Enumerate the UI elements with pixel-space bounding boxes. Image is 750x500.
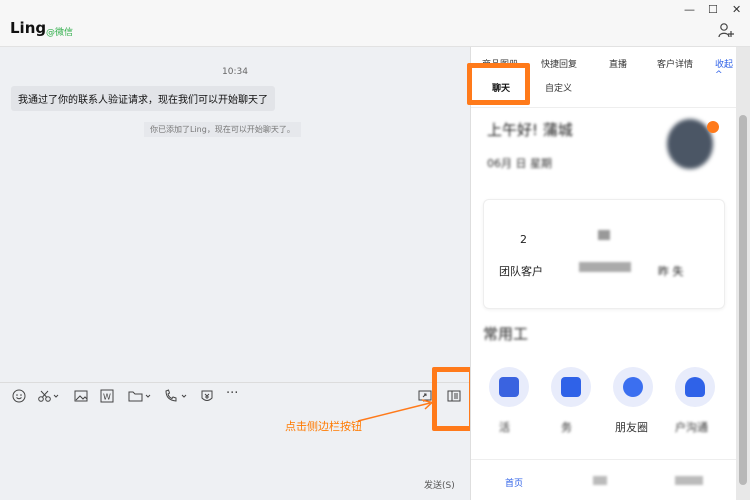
annotation-arrow-icon — [357, 399, 434, 422]
tool-task-icon[interactable] — [551, 367, 591, 407]
tool-label: 朋友圈 — [615, 421, 648, 434]
sidebar-scrollbar[interactable] — [736, 47, 750, 500]
document-icon[interactable]: W — [100, 389, 114, 403]
svg-text:W: W — [103, 393, 111, 402]
tab-quick-reply[interactable]: 快捷回复 — [541, 57, 577, 70]
stat-value: 2 — [520, 233, 527, 246]
chat-messages-area: 10:34 我通过了你的联系人验证请求，现在我们可以开始聊天了 你已添加了Lin… — [0, 47, 470, 382]
customer-sidebar: 商品图册 快捷回复 直播 客户详情 收起 ^ 聊天 自定义 上午好! 蒲城 06… — [470, 47, 737, 500]
tool-label: 活 — [499, 421, 510, 434]
maximize-button[interactable]: ☐ — [708, 3, 718, 16]
nav-home[interactable]: 首页 — [505, 476, 523, 489]
sidebar-bottom-nav: 首页 — [471, 459, 737, 500]
close-button[interactable]: ✕ — [732, 3, 741, 16]
image-icon[interactable] — [74, 389, 88, 403]
red-packet-icon[interactable] — [200, 389, 214, 403]
tab-custom[interactable]: 自定义 — [545, 81, 572, 94]
tab-customer-details[interactable]: 客户详情 — [657, 57, 693, 70]
annotation-hint: 点击侧边栏按钮 — [285, 420, 362, 433]
tool-moments-icon[interactable] — [613, 367, 653, 407]
title-bar: Ling @微信 — ☐ ✕ — [0, 0, 750, 47]
tool-label: 务 — [561, 421, 572, 434]
nav-item-blurred[interactable] — [675, 476, 703, 485]
emoji-icon[interactable] — [12, 389, 26, 403]
stat-label[interactable]: 团队客户 — [499, 263, 543, 279]
chat-title: Ling — [10, 19, 47, 37]
message-bubble[interactable]: 我通过了你的联系人验证请求，现在我们可以开始聊天了 — [11, 86, 275, 111]
collapse-button[interactable]: 收起 ^ — [715, 57, 737, 80]
message-timestamp: 10:34 — [222, 67, 248, 77]
tool-service-icon[interactable] — [675, 367, 715, 407]
scissors-icon[interactable] — [38, 389, 60, 403]
sidebar-button-highlight — [432, 367, 474, 431]
scrollbar-thumb[interactable] — [739, 115, 747, 485]
send-button[interactable]: 发送(S) — [424, 478, 455, 491]
stat-value-blurred — [598, 230, 610, 240]
tool-activity-icon[interactable] — [489, 367, 529, 407]
phone-icon[interactable] — [164, 389, 188, 403]
date-text: 06月 日 星期 — [487, 157, 552, 170]
more-icon[interactable]: ··· — [226, 386, 238, 401]
tool-label: 户沟通 — [675, 421, 708, 434]
tab-divider — [471, 107, 737, 108]
greeting-text: 上午好! 蒲城 — [487, 121, 573, 139]
stat-label-blurred[interactable] — [579, 262, 631, 272]
nav-item-blurred[interactable] — [593, 476, 607, 485]
folder-icon[interactable] — [128, 389, 152, 403]
tab-live[interactable]: 直播 — [609, 57, 627, 70]
stat-label[interactable]: 昨 失 — [658, 263, 684, 279]
minimize-button[interactable]: — — [684, 3, 695, 16]
tools-title: 常用工 — [483, 325, 529, 343]
chat-source-label: @微信 — [46, 28, 74, 38]
avatar-badge — [707, 121, 719, 133]
stats-card: 2 团队客户 昨 失 — [483, 199, 725, 309]
add-contact-icon[interactable] — [718, 22, 734, 38]
system-notice: 你已添加了Ling，现在可以开始聊天了。 — [144, 122, 301, 137]
chat-tab-highlight — [467, 63, 530, 105]
